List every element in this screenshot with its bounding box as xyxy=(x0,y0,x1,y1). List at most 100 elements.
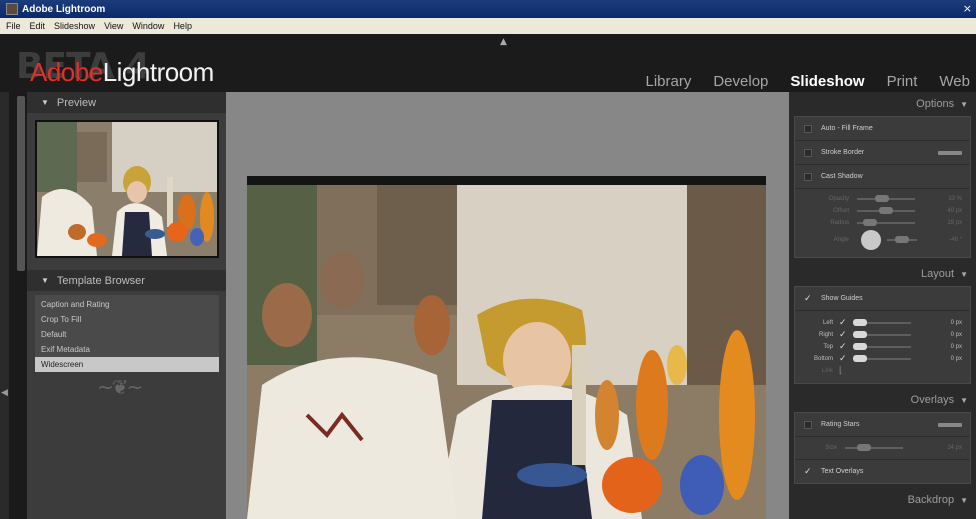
template-item[interactable]: Caption and Rating xyxy=(35,297,219,312)
window-titlebar: Adobe Lightroom × xyxy=(0,0,976,18)
stroke-color-swatch[interactable] xyxy=(938,151,962,155)
stars-size-slider[interactable] xyxy=(845,444,903,451)
stars-size-value: 24 px xyxy=(947,445,962,451)
top-guide-slider[interactable] xyxy=(853,343,911,350)
offset-label: Offset xyxy=(833,208,849,214)
module-print[interactable]: Print xyxy=(887,73,918,90)
bottom-guide-knob[interactable] xyxy=(853,355,867,362)
module-library[interactable]: Library xyxy=(645,73,691,90)
app-icon xyxy=(6,3,18,15)
module-picker: Library Develop Slideshow Print Web xyxy=(645,73,970,90)
left-guide-knob[interactable] xyxy=(853,319,867,326)
link-checkbox-icon[interactable]: ⌊ xyxy=(839,366,849,376)
show-guides-label: Show Guides xyxy=(821,295,863,302)
template-browser-header[interactable]: ▼ Template Browser xyxy=(27,270,226,291)
cast-shadow-checkbox[interactable] xyxy=(804,172,812,181)
angle-value: -46 ° xyxy=(949,237,962,243)
stroke-border-checkbox[interactable] xyxy=(804,148,812,157)
angle-slider-knob[interactable] xyxy=(895,236,909,243)
template-item-selected[interactable]: Widescreen xyxy=(35,357,219,372)
auto-fill-checkbox[interactable] xyxy=(804,124,812,133)
left-guide-slider[interactable] xyxy=(853,319,911,326)
left-guide-label: Left xyxy=(822,320,833,326)
text-overlays-row[interactable]: ✓ Text Overlays xyxy=(795,459,970,483)
backdrop-panel-header[interactable]: Backdrop ▼ xyxy=(789,488,976,512)
options-panel-header[interactable]: Options ▼ xyxy=(789,92,976,116)
angle-wheel[interactable] xyxy=(861,230,881,250)
stars-size-knob[interactable] xyxy=(857,444,871,451)
rating-color-swatch[interactable] xyxy=(938,423,962,427)
menu-file[interactable]: File xyxy=(6,21,21,31)
template-item[interactable]: Default xyxy=(35,327,219,342)
overlays-title: Overlays xyxy=(910,394,955,406)
menu-slideshow[interactable]: Slideshow xyxy=(54,21,95,31)
preview-panel-header[interactable]: ▼ Preview xyxy=(27,92,226,113)
menu-view[interactable]: View xyxy=(104,21,123,31)
menu-window[interactable]: Window xyxy=(132,21,164,31)
top-guide-check-icon[interactable]: ✓ xyxy=(839,342,849,352)
menu-help[interactable]: Help xyxy=(173,21,192,31)
template-item[interactable]: Exif Metadata xyxy=(35,342,219,357)
top-guide-value: 0 px xyxy=(950,344,962,350)
left-panel-edge[interactable]: ◀ xyxy=(0,92,9,519)
link-row: Link ⌊ xyxy=(801,365,964,377)
bottom-guide-label: Bottom xyxy=(813,356,833,362)
text-overlays-check-icon[interactable]: ✓ xyxy=(804,467,814,477)
bottom-guide-check-icon[interactable]: ✓ xyxy=(839,354,849,364)
collapse-triangle-icon: ▼ xyxy=(960,495,968,505)
angle-slider[interactable] xyxy=(887,236,917,243)
layout-panel-header[interactable]: Layout ▼ xyxy=(789,262,976,286)
bottom-guide-slider[interactable] xyxy=(853,355,911,362)
module-web[interactable]: Web xyxy=(939,73,970,90)
module-develop[interactable]: Develop xyxy=(713,73,768,90)
right-guide-slider[interactable] xyxy=(853,331,911,338)
top-panel: ▲ BETA 4 AdobeLightroom Library Develop … xyxy=(0,34,976,92)
opacity-slider-knob[interactable] xyxy=(875,195,889,202)
radius-slider[interactable] xyxy=(857,219,915,226)
collapse-triangle-icon: ▼ xyxy=(960,395,968,405)
left-guide-check-icon[interactable]: ✓ xyxy=(839,318,849,328)
menu-edit[interactable]: Edit xyxy=(30,21,46,31)
radius-value: 19 px xyxy=(947,220,962,226)
panel-gap xyxy=(27,258,226,270)
template-item[interactable]: Crop To Fill xyxy=(35,312,219,327)
top-panel-toggle-icon[interactable]: ▲ xyxy=(500,37,507,47)
opacity-slider[interactable] xyxy=(857,195,915,202)
overlays-panel-header[interactable]: Overlays ▼ xyxy=(789,388,976,412)
offset-slider[interactable] xyxy=(857,207,915,214)
angle-label: Angle xyxy=(833,237,849,243)
left-panel-toggle-icon[interactable]: ◀ xyxy=(1,388,8,398)
slide-photo[interactable] xyxy=(247,185,766,519)
preview-title: Preview xyxy=(56,96,97,109)
stroke-border-row[interactable]: Stroke Border xyxy=(795,141,970,165)
collapse-triangle-icon: ▼ xyxy=(41,276,49,285)
cast-shadow-row[interactable]: Cast Shadow xyxy=(795,165,970,189)
offset-value: 40 px xyxy=(947,208,962,214)
auto-fill-row[interactable]: Auto - Fill Frame xyxy=(795,117,970,141)
right-guide-value: 0 px xyxy=(950,332,962,338)
shadow-sliders: Opacity 33 % Offset 40 px Radius 19 px A… xyxy=(795,189,970,257)
rating-stars-checkbox[interactable] xyxy=(804,420,812,429)
radius-slider-knob[interactable] xyxy=(863,219,877,226)
right-guide-knob[interactable] xyxy=(853,331,867,338)
options-box: Auto - Fill Frame Stroke Border Cast Sha… xyxy=(794,116,971,258)
stars-size-row: Size 24 px xyxy=(795,437,970,459)
stroke-border-label: Stroke Border xyxy=(821,149,865,156)
left-panel-scrollbar[interactable] xyxy=(17,96,25,271)
right-guide-check-icon[interactable]: ✓ xyxy=(839,330,849,340)
top-guide-label: Top xyxy=(823,344,833,350)
show-guides-row[interactable]: ✓ Show Guides xyxy=(795,287,970,311)
menu-bar: File Edit Slideshow View Window Help xyxy=(0,18,976,34)
rating-stars-label: Rating Stars xyxy=(821,421,860,428)
module-slideshow[interactable]: Slideshow xyxy=(790,73,864,90)
close-icon[interactable]: × xyxy=(963,2,972,15)
rating-stars-row[interactable]: Rating Stars xyxy=(795,413,970,437)
opacity-value: 33 % xyxy=(948,196,962,202)
preview-frame xyxy=(35,120,219,258)
offset-slider-row: Offset 40 px xyxy=(801,205,964,217)
cast-shadow-label: Cast Shadow xyxy=(821,173,863,180)
guide-sliders: Left ✓ 0 px Right ✓ 0 px Top ✓ 0 px Bott… xyxy=(795,311,970,383)
show-guides-check-icon[interactable]: ✓ xyxy=(804,294,814,304)
top-guide-knob[interactable] xyxy=(853,343,867,350)
offset-slider-knob[interactable] xyxy=(879,207,893,214)
